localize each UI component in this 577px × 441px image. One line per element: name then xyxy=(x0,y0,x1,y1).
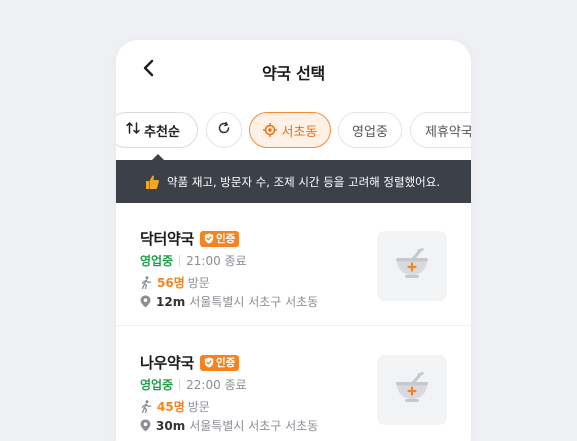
refresh-icon xyxy=(217,121,231,139)
walking-person-icon xyxy=(140,276,152,289)
divider xyxy=(179,379,181,390)
partner-label: 제휴약국 xyxy=(425,124,471,140)
tooltip-text: 약품 재고, 방문자 수, 조제 시간 등을 고려해 정렬했어요. xyxy=(167,174,440,189)
pharmacy-thumbnail xyxy=(377,355,447,425)
badge-label: 인증 xyxy=(216,233,236,245)
status-row: 영업중 21:00 종료 xyxy=(140,252,247,269)
open-now-label: 영업중 xyxy=(352,124,388,140)
distance: 12m xyxy=(156,294,186,309)
location-filter-button[interactable]: 서초동 xyxy=(249,112,331,148)
mortar-pestle-icon xyxy=(393,247,431,285)
divider xyxy=(179,255,181,266)
visit-row: 56명 방문 xyxy=(140,274,210,291)
address-row: 12m 서울특별시 서초구 서초동 xyxy=(140,293,318,310)
filter-chips: 추천순 서초동 영업중 제휴약국 xyxy=(116,112,471,150)
thumbs-up-icon xyxy=(144,174,160,190)
status-row: 영업중 22:00 종료 xyxy=(140,376,247,393)
pharmacy-card[interactable]: 닥터약국 인증 영업중 21:00 종료 56명 방문 12m 서울특별시 서초… xyxy=(116,204,471,326)
visit-suffix: 방문 xyxy=(187,400,210,414)
crosshair-icon xyxy=(262,123,277,137)
badge-label: 인증 xyxy=(216,357,236,369)
open-status: 영업중 xyxy=(140,378,174,392)
mortar-pestle-icon xyxy=(393,371,431,409)
shield-icon xyxy=(204,357,214,368)
open-status: 영업중 xyxy=(140,254,174,268)
pharmacy-card[interactable]: 나우약국 인증 영업중 22:00 종료 45명 방문 30m 서울특별시 서초… xyxy=(116,328,471,441)
tooltip-notch xyxy=(152,154,164,160)
address: 서울특별시 서초구 서초동 xyxy=(189,419,319,433)
sort-tooltip: 약품 재고, 방문자 수, 조제 시간 등을 고려해 정렬했어요. xyxy=(116,154,471,203)
pharmacy-select-screen: 약국 선택 추천순 서초동 영업중 제휴약국 약품 재고, 방문자 수, 조제 … xyxy=(116,40,471,441)
pharmacy-name-row: 닥터약국 인증 xyxy=(140,228,240,249)
pharmacy-name: 닥터약국 xyxy=(140,230,195,248)
distance: 30m xyxy=(156,418,186,433)
location-label: 서초동 xyxy=(281,124,318,140)
visit-count: 56명 xyxy=(157,276,185,290)
close-time: 22:00 종료 xyxy=(186,378,247,392)
visit-row: 45명 방문 xyxy=(140,398,210,415)
header: 약국 선택 xyxy=(116,40,471,102)
walking-person-icon xyxy=(140,400,152,413)
page-title: 약국 선택 xyxy=(262,64,325,83)
visit-suffix: 방문 xyxy=(187,276,210,290)
close-time: 21:00 종료 xyxy=(186,254,247,268)
address: 서울특별시 서초구 서초동 xyxy=(189,295,319,309)
shield-icon xyxy=(204,233,214,244)
refresh-button[interactable] xyxy=(206,112,242,148)
certified-badge: 인증 xyxy=(200,354,240,371)
address-row: 30m 서울특별시 서초구 서초동 xyxy=(140,417,318,434)
sort-arrows-icon xyxy=(126,122,140,138)
map-pin-icon xyxy=(140,295,151,308)
visit-count: 45명 xyxy=(157,400,185,414)
map-pin-icon xyxy=(140,419,151,432)
partner-filter-button[interactable]: 제휴약국 xyxy=(410,112,471,148)
pharmacy-name-row: 나우약국 인증 xyxy=(140,352,240,373)
sort-button[interactable]: 추천순 xyxy=(116,112,198,148)
pharmacy-name: 나우약국 xyxy=(140,354,195,372)
certified-badge: 인증 xyxy=(200,230,240,247)
open-now-filter-button[interactable]: 영업중 xyxy=(338,112,402,148)
pharmacy-thumbnail xyxy=(377,231,447,301)
sort-label: 추천순 xyxy=(144,124,180,140)
